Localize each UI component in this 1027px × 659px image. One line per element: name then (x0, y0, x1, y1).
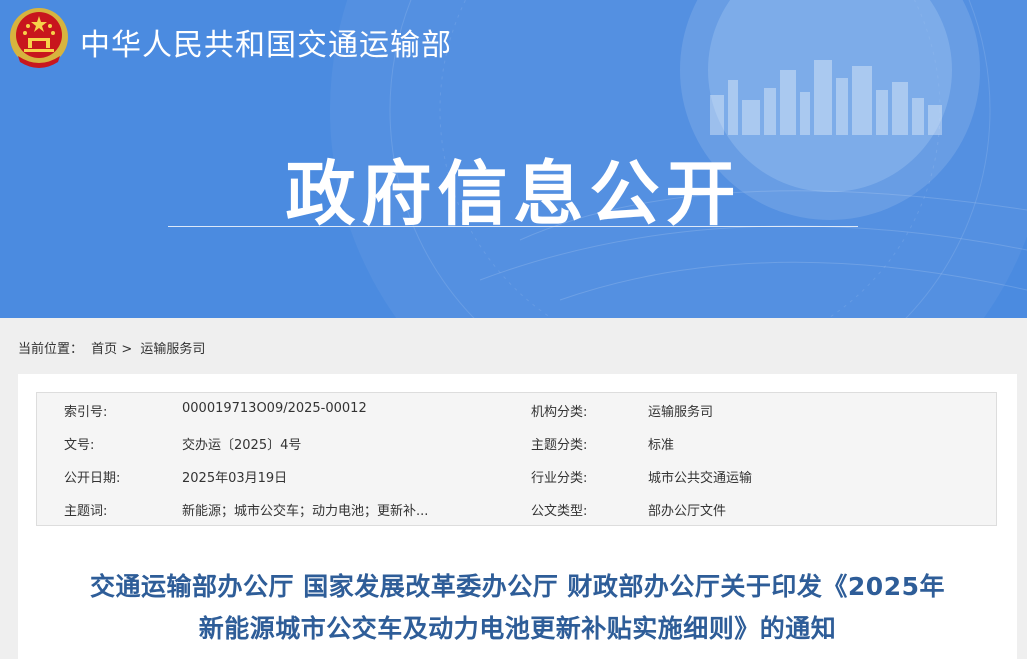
metadata-row: 主题词: 新能源；城市公交车；动力电池；更新补... 公文类型: 部办公厅文件 (37, 492, 996, 525)
header-banner: 中华人民共和国交通运输部 政府信息公开 (0, 0, 1027, 318)
metadata-key: 索引号: (64, 405, 108, 420)
metadata-key: 机构分类: (531, 405, 588, 420)
ministry-name[interactable]: 中华人民共和国交通运输部 (80, 20, 452, 64)
metadata-key: 行业分类: (531, 471, 588, 486)
metadata-value: 2025年03月19日 (182, 471, 288, 486)
national-emblem-icon (10, 8, 68, 68)
metadata-table: 索引号: 000019713O09/2025-00012 机构分类: 运输服务司… (36, 392, 997, 526)
metadata-key: 公文类型: (531, 504, 588, 519)
breadcrumb-label: 当前位置： (18, 342, 84, 357)
metadata-row: 索引号: 000019713O09/2025-00012 机构分类: 运输服务司 (37, 393, 996, 426)
metadata-value: 标准 (648, 438, 675, 453)
metadata-row: 公开日期: 2025年03月19日 行业分类: 城市公共交通运输 (37, 459, 996, 492)
document-title: 交通运输部办公厅 国家发展改革委办公厅 财政部办公厅关于印发《2025年 新能源… (18, 566, 1017, 650)
metadata-row: 文号: 交办运〔2025〕4号 主题分类: 标准 (37, 426, 996, 459)
metadata-value: 交办运〔2025〕4号 (182, 438, 302, 453)
metadata-key: 文号: (64, 438, 95, 453)
metadata-key: 主题分类: (531, 438, 588, 453)
document-title-line: 新能源城市公交车及动力电池更新补贴实施细则》的通知 (198, 614, 837, 643)
metadata-value: 部办公厅文件 (648, 504, 727, 519)
metadata-value: 000019713O09/2025-00012 (182, 401, 367, 416)
metadata-value: 运输服务司 (648, 405, 714, 420)
document-title-line: 交通运输部办公厅 国家发展改革委办公厅 财政部办公厅关于印发《2025年 (90, 572, 945, 601)
section-title: 政府信息公开 (285, 153, 742, 235)
breadcrumb-home-link[interactable]: 首页 (91, 342, 117, 357)
metadata-value: 新能源；城市公交车；动力电池；更新补... (182, 504, 429, 519)
breadcrumb: 当前位置： 首页 > 运输服务司 (18, 338, 205, 357)
breadcrumb-current-link[interactable]: 运输服务司 (140, 342, 205, 357)
breadcrumb-separator: > (121, 342, 133, 357)
metadata-value: 城市公共交通运输 (648, 471, 753, 486)
content-panel: 索引号: 000019713O09/2025-00012 机构分类: 运输服务司… (18, 374, 1017, 659)
metadata-key: 主题词: (64, 504, 108, 519)
title-underline (168, 226, 858, 227)
metadata-key: 公开日期: (64, 471, 121, 486)
